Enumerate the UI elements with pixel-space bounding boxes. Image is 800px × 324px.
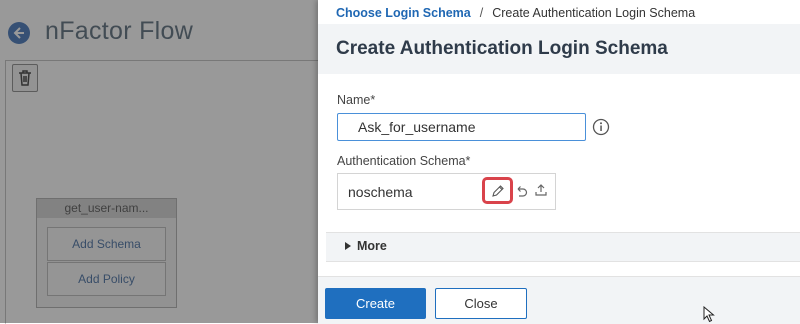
modal-overlay — [0, 0, 318, 323]
background-page: nFactor Flow get_user-nam... Add Schema … — [0, 0, 319, 324]
breadcrumb-current: Create Authentication Login Schema — [492, 6, 696, 20]
name-label: Name* — [337, 93, 376, 107]
upload-icon[interactable] — [534, 183, 548, 197]
edit-schema-button[interactable] — [482, 177, 513, 204]
pencil-icon — [492, 185, 504, 197]
breadcrumb-separator: / — [479, 6, 484, 20]
page-title: Create Authentication Login Schema — [336, 38, 668, 59]
breadcrumb-parent-link[interactable]: Choose Login Schema — [336, 6, 471, 20]
close-button[interactable]: Close — [435, 288, 527, 319]
schema-value: noschema — [348, 184, 413, 200]
name-field[interactable] — [337, 113, 586, 141]
more-label: More — [357, 239, 387, 253]
info-icon[interactable] — [592, 118, 610, 136]
breadcrumb: Choose Login Schema / Create Authenticatio… — [336, 6, 695, 20]
create-button[interactable]: Create — [325, 288, 426, 319]
more-section-toggle[interactable]: More — [326, 232, 800, 262]
undo-icon[interactable] — [514, 184, 528, 198]
mouse-cursor-icon — [703, 306, 715, 323]
side-panel: Choose Login Schema / Create Authenticatio… — [318, 0, 800, 324]
schema-label: Authentication Schema* — [337, 154, 471, 168]
panel-footer: Create Close — [318, 276, 800, 324]
panel-header: Create Authentication Login Schema — [318, 24, 800, 74]
caret-right-icon — [345, 242, 351, 250]
